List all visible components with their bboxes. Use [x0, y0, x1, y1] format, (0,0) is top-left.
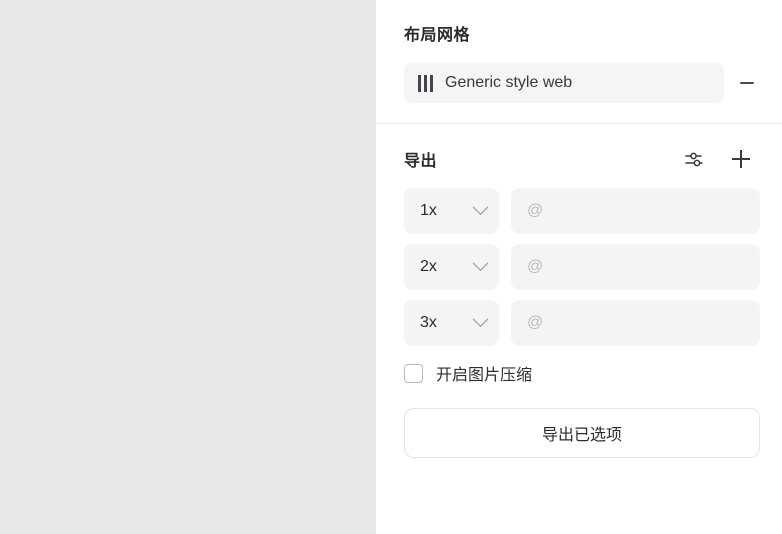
export-header-actions [682, 146, 754, 172]
export-preset-settings-button[interactable] [682, 146, 708, 172]
design-canvas[interactable] [0, 0, 376, 534]
export-rows: 1x @ 2x @ 3x @ [376, 188, 782, 346]
export-suffix-input-1[interactable]: @ [511, 188, 760, 234]
sliders-icon [684, 152, 703, 166]
export-row: 3x @ [404, 300, 760, 346]
layout-grid-header: 布局网格 [376, 19, 782, 47]
export-scale-select-3[interactable]: 3x [404, 300, 499, 346]
layout-grid-field[interactable]: Generic style web [404, 63, 724, 103]
app-root: 布局网格 Generic style web 导出 1x @ 2x @ 3x @… [0, 0, 782, 534]
layout-grid-title: 布局网格 [404, 27, 471, 44]
export-header: 导出 [376, 146, 782, 172]
inspector-panel: 布局网格 Generic style web 导出 1x @ 2x @ 3x @… [376, 0, 782, 534]
export-scale-select-2[interactable]: 2x [404, 244, 499, 290]
export-scale-value: 1x [420, 202, 437, 219]
export-scale-value: 2x [420, 258, 437, 275]
export-row: 2x @ [404, 244, 760, 290]
chevron-down-icon [472, 310, 489, 327]
export-selected-button[interactable]: 导出已选项 [404, 408, 760, 458]
image-compression-checkbox[interactable] [404, 363, 423, 383]
export-scale-select-1[interactable]: 1x [404, 188, 499, 234]
export-suffix-input-3[interactable]: @ [511, 300, 760, 346]
export-suffix-input-2[interactable]: @ [511, 244, 760, 290]
export-selected-label: 导出已选项 [541, 427, 622, 444]
export-suffix-placeholder: @ [527, 314, 544, 331]
chevron-down-icon [472, 198, 489, 215]
image-compression-label: 开启图片压缩 [436, 367, 533, 384]
add-export-button[interactable] [728, 146, 754, 172]
remove-grid-button[interactable] [734, 70, 760, 96]
plus-icon [732, 150, 750, 168]
export-row: 1x @ [404, 188, 760, 234]
export-suffix-placeholder: @ [527, 202, 544, 219]
chevron-down-icon [472, 254, 489, 271]
export-scale-value: 3x [420, 314, 437, 331]
layout-grid-row: Generic style web [376, 63, 782, 103]
layout-grid-name: Generic style web [445, 74, 573, 91]
export-suffix-placeholder: @ [527, 258, 544, 275]
export-section: 导出 1x @ 2x @ 3x @ 开启图片压缩 导出已选项 [376, 124, 782, 458]
image-compression-row: 开启图片压缩 [376, 358, 782, 388]
layout-grid-section: 布局网格 Generic style web [376, 0, 782, 124]
grid-columns-icon [418, 74, 433, 92]
export-title: 导出 [404, 153, 438, 170]
minus-icon [740, 82, 754, 84]
